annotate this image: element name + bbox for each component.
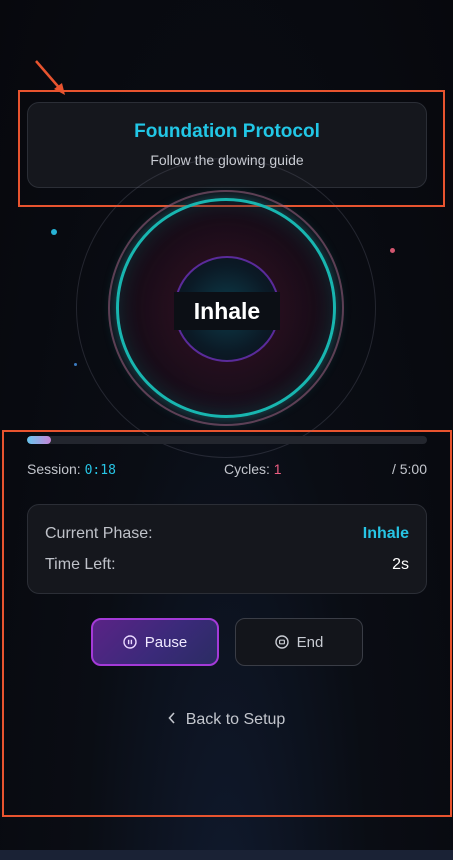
time-left-value: 2s (392, 556, 409, 573)
session-progress-bar (27, 436, 427, 444)
stop-circle-icon (274, 635, 289, 649)
pause-button[interactable]: Pause (91, 618, 219, 666)
chevron-left-icon (168, 711, 176, 729)
bottom-edge-bar (0, 850, 453, 860)
annotation-arrow-icon (35, 60, 65, 95)
pause-label: Pause (144, 633, 188, 651)
session-value: 0:18 (84, 463, 116, 478)
current-phase-value: Inhale (362, 525, 409, 542)
time-left-label: Time Left: (45, 556, 116, 573)
session-label: Session: (27, 461, 81, 477)
session-stats: Session: 0:18 Cycles: 1 / 5:00 (27, 461, 427, 481)
breath-phase-label: Inhale (174, 292, 280, 330)
session-progress-fill (27, 436, 51, 444)
particle-dot (390, 248, 395, 253)
protocol-title: Foundation Protocol (134, 121, 320, 142)
session-time: Session: 0:18 (27, 461, 116, 478)
pause-circle-icon (123, 635, 137, 649)
particle-dot (51, 229, 57, 235)
back-to-setup-link[interactable]: Back to Setup (0, 711, 453, 729)
total-duration: / 5:00 (391, 461, 427, 477)
cycles-label: Cycles: (224, 461, 270, 477)
phase-info-card: Current Phase: Inhale Time Left: 2s (27, 504, 427, 594)
current-phase-label: Current Phase: (45, 525, 153, 542)
breathing-visualizer: Inhale (76, 158, 376, 458)
end-button[interactable]: End (235, 618, 363, 666)
current-phase-row: Current Phase: Inhale (45, 525, 409, 547)
end-label: End (296, 633, 324, 651)
back-label: Back to Setup (185, 711, 286, 728)
cycle-count: Cycles: 1 (224, 461, 282, 477)
cycles-value: 1 (273, 461, 282, 477)
highlight-box-controls (2, 430, 452, 817)
time-left-row: Time Left: 2s (45, 556, 409, 578)
